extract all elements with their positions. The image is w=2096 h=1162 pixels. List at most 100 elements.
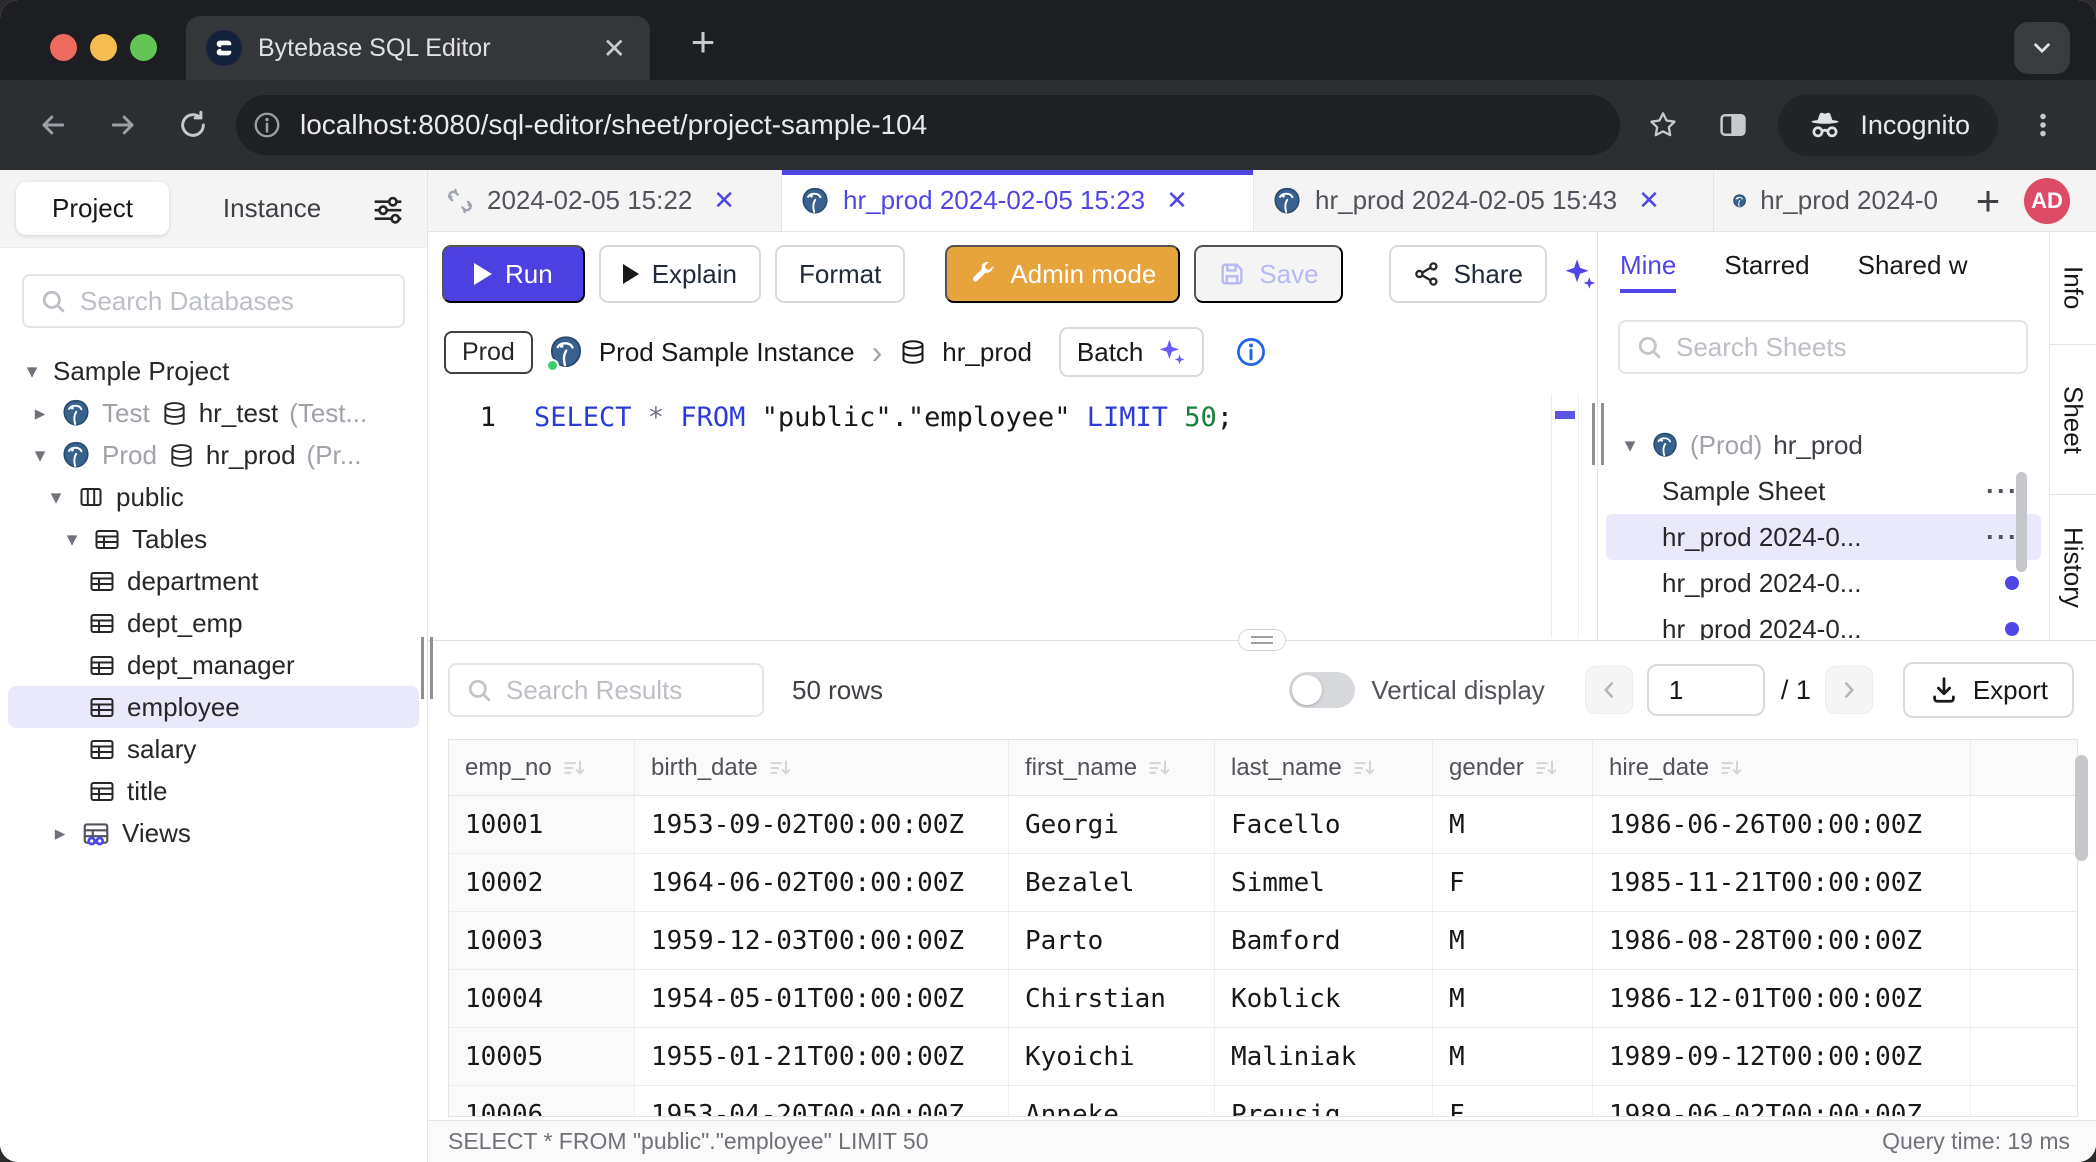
instance-name[interactable]: Prod Sample Instance bbox=[599, 337, 855, 368]
tab-mine[interactable]: Mine bbox=[1620, 250, 1676, 287]
minimize-window-button[interactable] bbox=[90, 34, 117, 61]
sheets-scrollbar[interactable] bbox=[2016, 472, 2027, 572]
admin-mode-button[interactable]: Admin mode bbox=[945, 245, 1180, 303]
column-header-birth-date[interactable]: birth_date bbox=[635, 740, 1009, 796]
share-button[interactable]: Share bbox=[1389, 245, 1547, 303]
new-sheet-button[interactable]: + bbox=[1956, 170, 2020, 231]
sidebar-resize-handle[interactable] bbox=[421, 637, 433, 699]
rail-tab-history[interactable]: History bbox=[2050, 495, 2096, 640]
address-bar[interactable]: localhost:8080/sql-editor/sheet/project-… bbox=[236, 95, 1620, 155]
export-button[interactable]: Export bbox=[1903, 662, 2074, 718]
search-sheets-input[interactable] bbox=[1676, 332, 2011, 363]
sheet-tab-3[interactable]: hr_prod 2024-02-05 15:43 ✕ bbox=[1254, 170, 1714, 231]
reload-button[interactable] bbox=[158, 93, 228, 157]
batch-button[interactable]: Batch bbox=[1059, 327, 1205, 377]
sheet-item[interactable]: hr_prod 2024-0... bbox=[1598, 560, 2049, 606]
editor-overview-ruler[interactable] bbox=[1551, 394, 1579, 638]
window-controls bbox=[50, 34, 157, 61]
close-window-button[interactable] bbox=[50, 34, 77, 61]
tree-item-project[interactable]: ▾ Sample Project bbox=[0, 350, 427, 392]
sheet-group-hr-prod[interactable]: ▾ (Prod) hr_prod bbox=[1598, 422, 2049, 468]
more-menu-icon[interactable]: ··· bbox=[1986, 522, 2019, 553]
sheet-tab-2-active[interactable]: hr_prod 2024-02-05 15:23 ✕ bbox=[782, 170, 1254, 231]
vertical-display-toggle[interactable] bbox=[1289, 672, 1355, 708]
close-tab-icon[interactable]: ✕ bbox=[599, 32, 630, 65]
sheet-item[interactable]: Sample Sheet ··· bbox=[1598, 468, 2049, 514]
browser-menu-button[interactable] bbox=[2008, 93, 2078, 157]
new-tab-button[interactable]: + bbox=[672, 14, 734, 70]
format-button[interactable]: Format bbox=[775, 245, 905, 303]
column-header-first-name[interactable]: first_name bbox=[1009, 740, 1215, 796]
cell-filler bbox=[1971, 912, 2077, 970]
tab-instance[interactable]: Instance bbox=[195, 182, 349, 235]
forward-button[interactable] bbox=[88, 93, 158, 157]
tree-item-hr-prod[interactable]: ▾ Prod hr_prod (Pr... bbox=[0, 434, 427, 476]
caret-down-icon[interactable]: ▾ bbox=[46, 485, 66, 510]
tab-project[interactable]: Project bbox=[16, 182, 169, 235]
cell: Anneke bbox=[1009, 1086, 1215, 1117]
next-page-button[interactable] bbox=[1825, 666, 1873, 714]
cell-filler bbox=[1971, 970, 2077, 1028]
filter-settings-button[interactable] bbox=[371, 192, 405, 226]
column-header-hire-date[interactable]: hire_date bbox=[1593, 740, 1971, 796]
sheet-item[interactable]: hr_prod 2024-0... bbox=[1598, 606, 2049, 640]
explain-button[interactable]: Explain bbox=[599, 245, 761, 303]
tree-item-table-employee[interactable]: employee bbox=[8, 686, 419, 728]
caret-right-icon[interactable]: ▸ bbox=[50, 821, 70, 846]
rail-tab-sheet[interactable]: Sheet bbox=[2050, 345, 2096, 495]
column-header-emp-no[interactable]: emp_no bbox=[449, 740, 635, 796]
caret-right-icon[interactable]: ▸ bbox=[30, 401, 50, 426]
sheet-tab-1[interactable]: 2024-02-05 15:22 ✕ bbox=[428, 170, 782, 231]
results-resize-handle[interactable] bbox=[1238, 629, 1286, 651]
user-avatar[interactable]: AD bbox=[2024, 178, 2070, 224]
zoom-window-button[interactable] bbox=[130, 34, 157, 61]
tree-item-tables-group[interactable]: ▾ Tables bbox=[0, 518, 427, 560]
database-name[interactable]: hr_prod bbox=[942, 337, 1032, 368]
bookmark-button[interactable] bbox=[1628, 93, 1698, 157]
caret-down-icon[interactable]: ▾ bbox=[1620, 433, 1640, 458]
postgresql-icon bbox=[1732, 186, 1747, 216]
side-panel-button[interactable] bbox=[1698, 93, 1768, 157]
tree-item-table-title[interactable]: title bbox=[0, 770, 427, 812]
tree-item-table-dept-emp[interactable]: dept_emp bbox=[0, 602, 427, 644]
caret-down-icon[interactable]: ▾ bbox=[22, 359, 42, 384]
search-results-input[interactable] bbox=[506, 675, 747, 706]
save-button[interactable]: Save bbox=[1194, 245, 1342, 303]
tree-item-hr-test[interactable]: ▸ Test hr_test (Test... bbox=[0, 392, 427, 434]
column-header-gender[interactable]: gender bbox=[1433, 740, 1593, 796]
schema-icon bbox=[77, 483, 105, 511]
connection-info-button[interactable] bbox=[1235, 336, 1267, 368]
prev-page-button[interactable] bbox=[1585, 666, 1633, 714]
tab-shared[interactable]: Shared w bbox=[1858, 250, 1968, 287]
panel-resize-handle[interactable] bbox=[1592, 403, 1604, 465]
tree-item-views-group[interactable]: ▸ Views bbox=[0, 812, 427, 854]
browser-tab[interactable]: Bytebase SQL Editor ✕ bbox=[186, 16, 650, 80]
caret-down-icon[interactable]: ▾ bbox=[62, 527, 82, 552]
sheet-item-selected[interactable]: hr_prod 2024-0... ··· bbox=[1606, 514, 2041, 560]
site-info-icon[interactable] bbox=[242, 100, 292, 150]
more-menu-icon[interactable]: ··· bbox=[1986, 476, 2019, 507]
column-header-last-name[interactable]: last_name bbox=[1215, 740, 1433, 796]
tab-starred[interactable]: Starred bbox=[1724, 250, 1809, 287]
back-button[interactable] bbox=[18, 93, 88, 157]
sheet-tab-4[interactable]: hr_prod 2024-0 bbox=[1714, 170, 1956, 231]
sort-icon bbox=[1719, 756, 1743, 780]
close-sheet-icon[interactable]: ✕ bbox=[713, 185, 735, 216]
rail-tab-info[interactable]: Info bbox=[2050, 232, 2096, 345]
tree-item-schema-public[interactable]: ▾ public bbox=[0, 476, 427, 518]
ai-sparkles-icon[interactable] bbox=[1561, 252, 1597, 296]
search-databases-input[interactable] bbox=[80, 286, 388, 317]
close-sheet-icon[interactable]: ✕ bbox=[1166, 185, 1188, 216]
sql-editor[interactable]: 1 SELECT * FROM "public"."employee" LIMI… bbox=[428, 388, 1597, 640]
caret-down-icon[interactable]: ▾ bbox=[30, 443, 50, 468]
run-button[interactable]: Run bbox=[442, 245, 585, 303]
page-number-input[interactable] bbox=[1647, 664, 1765, 716]
tree-item-table-dept-manager[interactable]: dept_manager bbox=[0, 644, 427, 686]
tab-search-button[interactable] bbox=[2014, 22, 2070, 74]
tree-item-table-salary[interactable]: salary bbox=[0, 728, 427, 770]
star-icon bbox=[1647, 109, 1679, 141]
results-scrollbar[interactable] bbox=[2075, 755, 2088, 861]
tree-item-table-department[interactable]: department bbox=[0, 560, 427, 602]
cell: 1986-12-01T00:00:00Z bbox=[1593, 970, 1971, 1028]
close-sheet-icon[interactable]: ✕ bbox=[1638, 185, 1660, 216]
